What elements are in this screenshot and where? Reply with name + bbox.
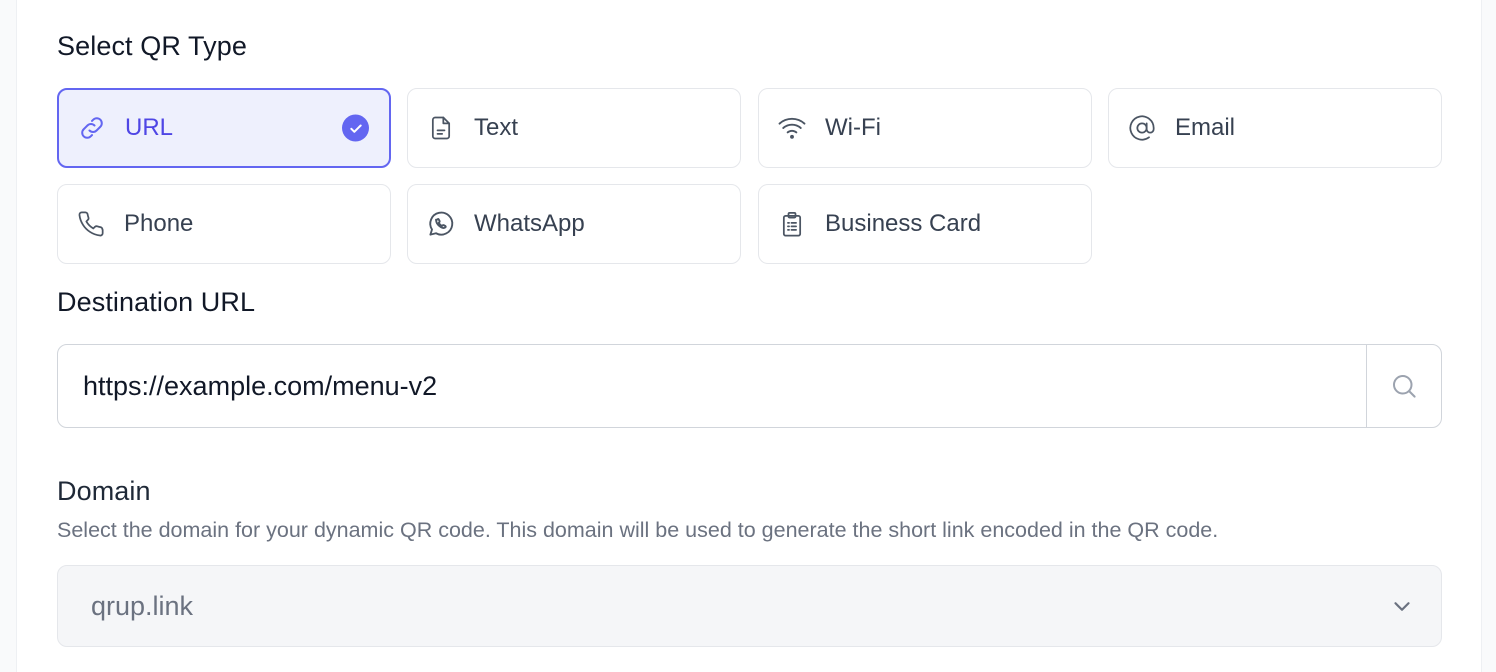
qr-type-label: Wi-Fi [825,114,881,141]
link-icon [77,113,107,143]
destination-url-input[interactable] [57,344,1368,428]
qr-type-whatsapp[interactable]: WhatsApp [407,184,741,264]
qr-type-text[interactable]: Text [407,88,741,168]
qr-type-label: WhatsApp [474,210,585,237]
qr-type-label: URL [125,114,174,141]
qr-settings-panel: Select QR Type URL Text Wi-Fi Email Phon… [16,0,1482,672]
domain-select[interactable]: qrup.link [57,565,1442,647]
domain-select-value: qrup.link [91,590,194,621]
qr-type-url[interactable]: URL [57,88,391,168]
phone-icon [76,209,106,239]
qr-type-label: Text [474,114,519,141]
wifi-icon [777,113,807,143]
url-preview-button[interactable] [1366,344,1442,428]
qr-type-label: Email [1175,114,1236,141]
qr-type-email[interactable]: Email [1108,88,1442,168]
domain-heading: Domain [57,476,151,506]
qr-type-wifi[interactable]: Wi-Fi [758,88,1092,168]
whatsapp-icon [426,209,456,239]
domain-help-text: Select the domain for your dynamic QR co… [57,518,1219,542]
qr-type-business-card[interactable]: Business Card [758,184,1092,264]
select-qr-type-heading: Select QR Type [57,31,247,61]
chevron-down-icon [1389,593,1415,619]
check-circle-icon [342,114,369,142]
clipboard-icon [777,209,807,239]
qr-type-label: Phone [124,210,194,237]
search-icon [1389,371,1419,401]
qr-type-label: Business Card [825,210,982,237]
destination-url-heading: Destination URL [57,287,256,317]
qr-type-phone[interactable]: Phone [57,184,391,264]
document-icon [426,113,456,143]
at-icon [1127,113,1157,143]
